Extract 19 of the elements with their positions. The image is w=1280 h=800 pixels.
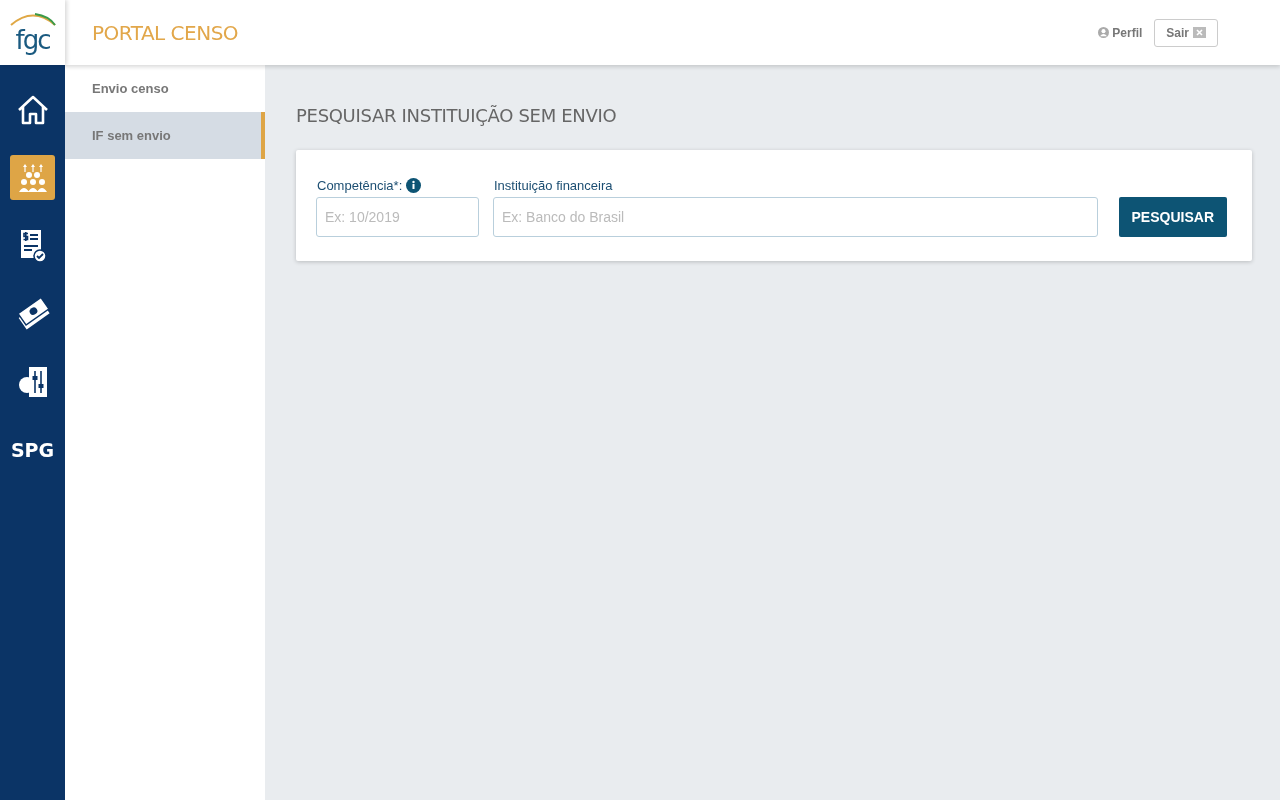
logout-button[interactable]: Sair <box>1154 18 1218 47</box>
field-label: Instituição financeira <box>494 178 613 193</box>
input-field[interactable]: Ex: 10/2019 <box>316 197 479 237</box>
user-icon <box>1098 27 1110 38</box>
document-check-icon <box>18 228 47 263</box>
submenu-item[interactable]: IF sem envio <box>65 112 265 159</box>
people-icon <box>17 162 48 193</box>
page-title: PESQUISAR INSTITUIÇÃO SEM ENVIO <box>296 105 618 126</box>
profile-link[interactable]: Perfil <box>1098 25 1143 40</box>
nav-rail-item[interactable]: SPG <box>10 427 55 472</box>
field-label: Competência*: <box>317 178 403 193</box>
info-icon[interactable] <box>406 178 422 193</box>
logo-arc-icon <box>8 12 57 26</box>
portal-title: PORTAL CENSO <box>92 20 239 45</box>
gear-sliders-icon <box>16 364 49 399</box>
logo-text: fgc <box>15 27 50 53</box>
search-button[interactable]: PESQUISAR <box>1118 197 1227 237</box>
input-field[interactable]: Ex: Banco do Brasil <box>493 197 1098 237</box>
close-icon <box>1193 27 1206 38</box>
